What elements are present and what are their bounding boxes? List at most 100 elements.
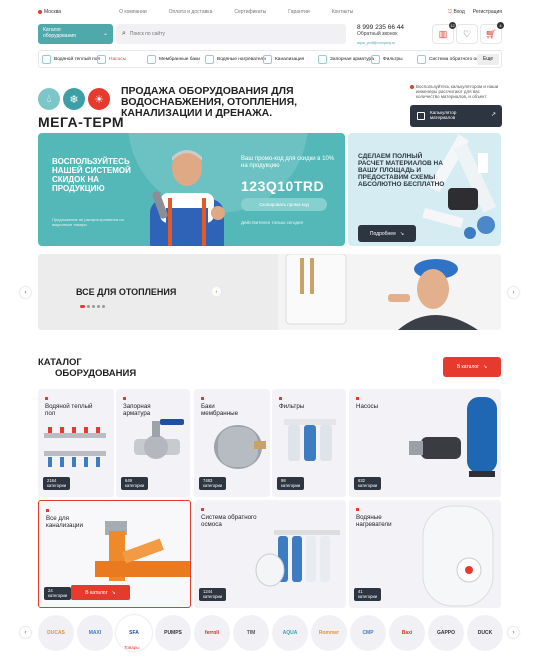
cart-button[interactable]: 🛒︎ 4 <box>480 22 504 44</box>
brand-logo-item[interactable]: Rommer <box>311 615 347 651</box>
brand-logo-item[interactable]: DUCAS <box>38 615 74 651</box>
brand-logo-item[interactable]: Baxi <box>389 615 425 651</box>
to-catalog-label: В каталог <box>456 364 480 370</box>
auth-links: ⎋ Вход Регистрация <box>448 9 502 15</box>
brand-label: TIM <box>246 630 256 636</box>
slider-go-button[interactable]: › <box>212 287 221 296</box>
nav-about[interactable]: О компании <box>119 9 147 15</box>
more-label: Подробнее <box>369 230 396 237</box>
login-icon: ⎋ <box>448 9 453 15</box>
more-button[interactable]: Подробнее ↘ <box>358 225 416 242</box>
filter-icon <box>371 54 380 64</box>
arrow-icon: ↘ <box>111 589 116 596</box>
category-label: Насосы <box>109 56 127 62</box>
catalog-menu-button[interactable]: Каталог оборудования ⌄ <box>38 24 113 44</box>
nav-payment[interactable]: Оплата и доставка <box>169 9 213 15</box>
slider-dot[interactable] <box>92 305 95 308</box>
category-link-sewage[interactable]: Канализация <box>260 54 315 64</box>
brand-logo-item[interactable]: ferroli <box>194 615 230 651</box>
chevron-left-icon: ‹ <box>24 629 27 636</box>
register-link[interactable]: Регистрация <box>473 9 502 15</box>
arrow-right-icon: › <box>215 288 218 295</box>
cart-count-badge: 4 <box>497 22 504 29</box>
snowflake-icon: ❄ <box>63 88 85 110</box>
brand-logo-item[interactable]: DUCK <box>467 615 503 651</box>
category-link-heaters[interactable]: Водяные нагреватели <box>202 54 266 64</box>
more-label: Еще <box>482 56 494 62</box>
brand-label: GAPPO <box>436 630 456 636</box>
favorites-button[interactable]: ♡ <box>456 24 478 44</box>
login-link[interactable]: ⎋ Вход <box>448 9 465 15</box>
to-catalog-button[interactable]: В каталог ↘ <box>443 357 501 377</box>
catalog-card[interactable]: Водяные нагреватели 41 категории <box>349 500 501 608</box>
nav-certificates[interactable]: Сертификаты <box>234 9 266 15</box>
nav-guarantees[interactable]: Гарантии <box>288 9 309 15</box>
slider-dot[interactable] <box>87 305 90 308</box>
category-link-tanks[interactable]: Мембранные баки <box>144 54 202 64</box>
category-link-osmosis[interactable]: Система обратного осмоса <box>414 54 490 64</box>
nav-contacts[interactable]: Контакты <box>332 9 354 15</box>
count-label: категории <box>203 483 223 488</box>
count-label: категории <box>47 483 67 488</box>
callback-link[interactable]: Обратный звонок <box>357 31 404 38</box>
categories-more-button[interactable]: Еще <box>477 54 499 65</box>
brand-logo[interactable]: 💧︎ ❄ ☀ <box>38 88 110 110</box>
location-pin-icon <box>38 10 42 14</box>
promo-validity: Действителен только сегодня <box>241 220 303 225</box>
slider-dot[interactable] <box>97 305 100 308</box>
catalog-card[interactable]: Водяной теплый пол 2164 категории <box>38 389 114 497</box>
brand-logo-item[interactable]: GAPPO <box>428 615 464 651</box>
email-link[interactable]: aqua_profi@company.ru <box>357 40 404 47</box>
copy-promo-button[interactable]: Скопировать промо-код <box>241 198 327 211</box>
phone-number[interactable]: 8 999 235 66 44 <box>357 24 404 31</box>
card-count: 1244 категории <box>199 588 227 601</box>
brand-label: SFA <box>129 630 139 636</box>
brand-tagline: ПРОДАЖА ОБОРУДОВАНИЯ ДЛЯ ВОДОСНАБЖЕНИЯ, … <box>121 85 298 119</box>
card-name: Баки мембранные <box>201 397 246 417</box>
slider-dot[interactable] <box>80 305 85 308</box>
brand-logo-item[interactable]: CMP <box>350 615 386 651</box>
category-strip: Водяной теплый пол Насосы Мембранные бак… <box>38 50 502 68</box>
brand-logo-item[interactable]: TIM <box>233 615 269 651</box>
promo-code: 123Q10TRD <box>241 178 325 194</box>
brands-prev-button[interactable]: ‹ <box>20 627 31 638</box>
catalog-card[interactable]: Система обратного осмоса 1244 категории <box>194 500 346 608</box>
promo-discount-banner: ВОСПОЛЬЗУЙТЕСЬ НАШЕЙ СИСТЕМОЙ СКИДОК НА … <box>38 133 345 246</box>
brand-logo-item[interactable]: MAXI <box>77 615 113 651</box>
osmosis-icon <box>417 54 426 64</box>
calculator-button[interactable]: Калькулятор материалов ↗ <box>410 105 502 127</box>
category-link-floor[interactable]: Водяной теплый пол <box>39 54 100 64</box>
tank-icon <box>147 54 156 64</box>
category-link-filters[interactable]: Фильтры <box>368 54 414 64</box>
brand-tooltip: Товары <box>124 645 140 650</box>
calculator-notice: Воспользуйтесь калькулятором и наши инже… <box>410 84 502 99</box>
city-selector[interactable]: Москва <box>38 9 61 15</box>
slider-dot[interactable] <box>102 305 105 308</box>
catalog-title-line1: КАТАЛОГ <box>38 357 82 368</box>
city-label: Москва <box>44 9 62 15</box>
compare-button[interactable]: ▥ 12 <box>432 22 456 44</box>
brand-logo-item[interactable]: AQUA <box>272 615 308 651</box>
slider-next-button[interactable]: › <box>508 287 519 298</box>
chevron-down-icon: ⌄ <box>102 31 108 37</box>
brand-label: Baxi <box>401 630 413 636</box>
promo-code-label: Ваш промо-код для скидки в 10% на продук… <box>241 156 335 169</box>
catalog-card[interactable]: Фильтры 98 категории <box>272 389 346 497</box>
catalog-card[interactable]: Запорная арматура 649 категории <box>116 389 190 497</box>
brand-logo-item[interactable]: PUMPS <box>155 615 191 651</box>
search-input[interactable] <box>129 31 310 37</box>
catalog-card[interactable]: Насосы 632 категории <box>349 389 501 497</box>
calculator-icon <box>417 112 425 120</box>
brand-name: МЕГА-ТЕРМ <box>38 114 125 130</box>
arrow-icon: ↘ <box>483 364 488 370</box>
search-icon: ⌕ <box>122 30 126 37</box>
catalog-card[interactable]: Баки мембранные 7483 категории <box>194 389 270 497</box>
brands-next-button[interactable]: › <box>508 627 519 638</box>
slider-dots <box>80 305 105 308</box>
slider-prev-button[interactable]: ‹ <box>20 287 31 298</box>
category-link-valves[interactable]: Запорная арматура <box>315 54 374 64</box>
brand-label: DUCK <box>477 630 493 636</box>
catalog-card-selected[interactable]: Все для канализации 24 категории В катало… <box>38 500 191 608</box>
category-link-pumps[interactable]: Насосы <box>94 54 144 64</box>
card-to-catalog-button[interactable]: В каталог ↘ <box>71 585 130 600</box>
